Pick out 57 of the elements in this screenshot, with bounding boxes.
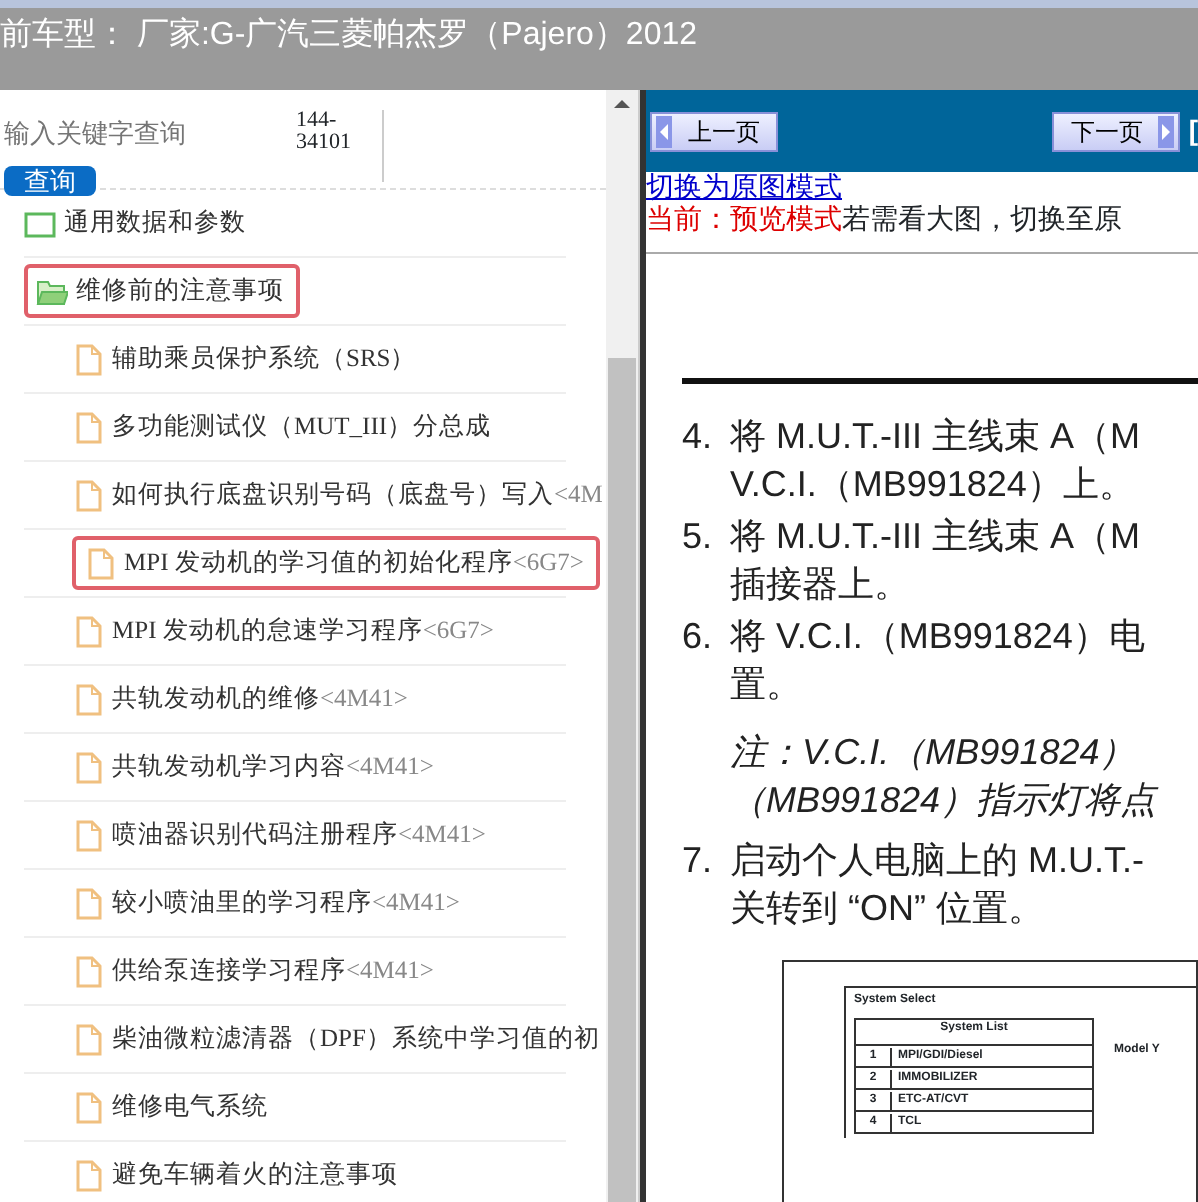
folder-icon <box>24 207 56 239</box>
code-label: 144-34101 <box>296 110 384 182</box>
arrow-left-icon <box>656 115 672 147</box>
step-number: 4. <box>682 414 715 460</box>
tree-item[interactable]: 共轨发动机的维修<4M41> <box>72 680 408 718</box>
search-button[interactable]: 查询 <box>4 166 96 196</box>
tree-item[interactable]: 避免车辆着火的注意事项 <box>72 1156 398 1194</box>
tree-item[interactable]: 供给泵连接学习程序<4M41> <box>72 952 434 990</box>
tree-item[interactable]: 柴油微粒滤清器（DPF）系统中学习值的初 <box>72 1020 600 1058</box>
step-number: 7. <box>682 838 715 884</box>
document-icon <box>72 1159 104 1191</box>
document-icon <box>72 887 104 919</box>
search-field[interactable]: 输入关键字查询 <box>4 113 244 153</box>
document-icon <box>72 751 104 783</box>
step-text: 将 M.U.T.-III 主线束 A（M <box>730 414 1140 460</box>
tree-item[interactable]: 维修前的注意事项 <box>24 264 300 318</box>
tree-item[interactable]: MPI 发动机的学习值的初始化程序<6G7> <box>72 536 600 590</box>
step-number: 5. <box>682 514 715 560</box>
document-icon <box>72 343 104 375</box>
tree-item[interactable]: 如何执行底盘识别号码（底盘号）写入<4M <box>72 476 603 514</box>
folder-icon <box>36 275 68 307</box>
mode-status-text: 当前：预览模式若需看大图，切换至原 <box>646 200 1198 254</box>
tree-item[interactable]: 多功能测试仪（MUT_III）分总成 <box>72 408 492 446</box>
note-text: （MB991824）指示灯将点 <box>730 778 1157 824</box>
document-icon <box>72 955 104 987</box>
step-text: 置。 <box>730 662 804 708</box>
window-title: 前车型： 厂家:G-广汽三菱帕杰罗（Pajero）2012 <box>0 18 698 52</box>
document-icon <box>72 683 104 715</box>
tree-item[interactable]: 喷油器识别代码注册程序<4M41> <box>72 816 486 854</box>
tree-item[interactable]: 较小喷油里的学习程序<4M41> <box>72 884 460 922</box>
step-text: V.C.I.（MB991824）上。 <box>730 462 1137 508</box>
next-page-button[interactable]: 下一页 <box>1052 111 1181 151</box>
step-number: 6. <box>682 614 715 660</box>
tree-item[interactable]: MPI 发动机的怠速学习程序<6G7> <box>72 612 494 650</box>
note-text: 注：V.C.I.（MB991824） <box>730 730 1138 776</box>
scroll-up-arrow-icon[interactable] <box>614 100 630 108</box>
step-text: 关转到 “ON” 位置。 <box>730 886 1046 932</box>
mode-switch-link[interactable]: 切换为原图模式 <box>646 172 1198 200</box>
document-icon <box>72 819 104 851</box>
document-icon <box>72 615 104 647</box>
step-text: 将 V.C.I.（MB991824）电 <box>730 614 1145 660</box>
document-icon <box>72 411 104 443</box>
step-text: 插接器上。 <box>730 562 912 608</box>
tree-item[interactable]: 辅助乘员保护系统（SRS） <box>72 340 417 378</box>
tree-item[interactable]: 维修电气系统 <box>72 1088 268 1126</box>
document-icon <box>84 547 116 579</box>
tree-item[interactable]: 通用数据和参数 <box>24 204 246 242</box>
document-icon <box>72 1023 104 1055</box>
step-text: 将 M.U.T.-III 主线束 A（M <box>730 514 1140 560</box>
arrow-right-icon <box>1158 115 1175 147</box>
scrollbar[interactable] <box>606 90 638 1202</box>
tree-item[interactable]: 共轨发动机学习内容<4M41> <box>72 748 434 786</box>
step-text: 启动个人电脑上的 M.U.T.- <box>730 838 1144 884</box>
prev-page-button[interactable]: 上一页 <box>650 111 778 151</box>
document-icon <box>72 1091 104 1123</box>
toolbar-link[interactable]: [ <box>1188 110 1198 152</box>
document-icon <box>72 479 104 511</box>
